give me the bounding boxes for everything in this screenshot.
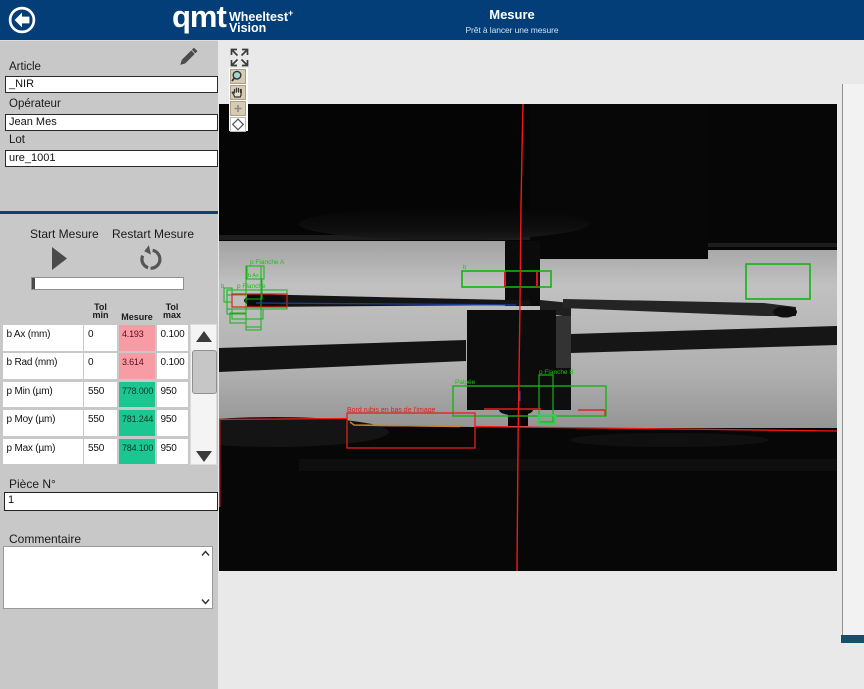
svg-text:b Ax: b Ax <box>248 273 259 279</box>
svg-text:Palpée: Palpée <box>455 379 476 386</box>
svg-text:p Flanche: p Flanche <box>237 283 266 290</box>
svg-text:Bord rubis en bas de l'image: Bord rubis en bas de l'image <box>347 407 436 414</box>
svg-text:p Flanche A: p Flanche A <box>250 259 285 266</box>
